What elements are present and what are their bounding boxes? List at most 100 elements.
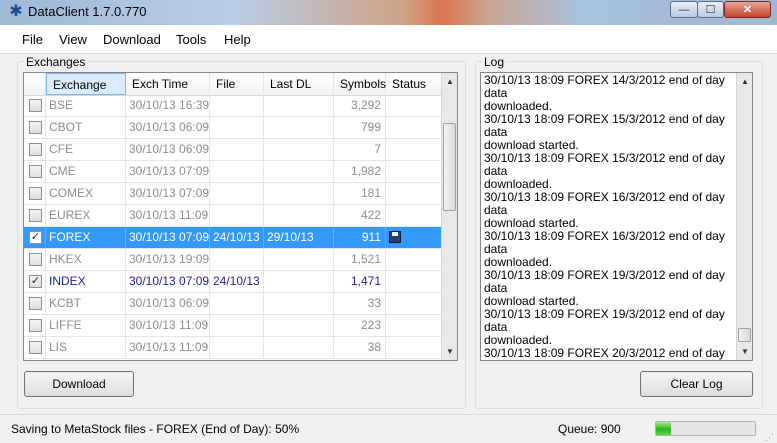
log-line: 30/10/13 18:09 FOREX 14/3/2012 end of da… — [484, 73, 725, 100]
cell-file — [210, 161, 264, 182]
scroll-thumb[interactable] — [443, 123, 456, 211]
cell-symbols: 1,521 — [334, 249, 386, 270]
header-check[interactable] — [24, 73, 46, 95]
minimize-button[interactable]: — — [670, 1, 698, 18]
table-row[interactable]: ✓ FOREX 30/10/13 07:09 24/10/13 29/10/13 911 — [24, 227, 442, 249]
row-checkbox[interactable] — [29, 341, 42, 354]
menu-download[interactable]: Download — [103, 32, 161, 47]
log-scrollbar[interactable]: ▲ ▼ — [736, 73, 752, 360]
cell-file — [210, 139, 264, 160]
cell-file — [210, 293, 264, 314]
log-label: Log — [482, 55, 507, 69]
header-exch-time[interactable]: Exch Time — [126, 73, 210, 95]
cell-exchange: HKEX — [46, 249, 126, 270]
row-checkbox-cell — [24, 139, 46, 160]
cell-exch-time: 30/10/13 07:09 — [126, 227, 210, 248]
table-row[interactable]: KCBT 30/10/13 06:09 33 — [24, 293, 442, 315]
header-exchange[interactable]: Exchange — [46, 73, 126, 95]
resize-grip-icon[interactable]: ⋰ — [765, 432, 775, 442]
header-file[interactable]: File — [210, 73, 264, 95]
cell-last-dl — [264, 205, 334, 226]
exchanges-scrollbar[interactable]: ▲ ▼ — [441, 73, 457, 360]
menu-bar: File View Download Tools Help — [0, 25, 777, 54]
header-symbols[interactable]: Symbols — [334, 73, 386, 95]
table-row[interactable]: CBOT 30/10/13 06:09 799 — [24, 117, 442, 139]
cell-last-dl — [264, 139, 334, 160]
title-bar[interactable]: ✱ DataClient 1.7.0.770 — ☐ ✕ — [0, 0, 777, 25]
row-checkbox[interactable] — [29, 143, 42, 156]
cell-symbols: 181 — [334, 183, 386, 204]
cell-file — [210, 249, 264, 270]
cell-symbols: 38 — [334, 337, 386, 358]
menu-view[interactable]: View — [59, 32, 87, 47]
table-row[interactable]: EUREX 30/10/13 11:09 422 — [24, 205, 442, 227]
row-checkbox-cell — [24, 249, 46, 270]
scroll-down-arrow-icon[interactable]: ▼ — [442, 343, 457, 360]
log-line: 30/10/13 18:09 FOREX 20/3/2012 end of da… — [484, 346, 725, 361]
menu-tools[interactable]: Tools — [176, 32, 206, 47]
row-checkbox[interactable] — [29, 253, 42, 266]
menu-help[interactable]: Help — [224, 32, 251, 47]
cell-symbols: 223 — [334, 315, 386, 336]
download-button[interactable]: Download — [24, 371, 134, 397]
table-row[interactable]: BSE 30/10/13 16:39 3,292 — [24, 95, 442, 117]
cell-file — [210, 117, 264, 138]
row-checkbox[interactable] — [29, 121, 42, 134]
row-checkbox[interactable] — [29, 209, 42, 222]
cell-last-dl — [264, 95, 334, 116]
table-row[interactable]: ✓ INDEX 30/10/13 07:09 24/10/13 1,471 — [24, 271, 442, 293]
cell-exch-time: 30/10/13 11:09 — [126, 205, 210, 226]
log-scroll-down-arrow-icon[interactable]: ▼ — [737, 343, 752, 360]
cell-symbols: 1,982 — [334, 161, 386, 182]
cell-status — [386, 315, 442, 336]
row-checkbox[interactable] — [29, 165, 42, 178]
row-checkbox[interactable] — [29, 99, 42, 112]
cell-status — [386, 293, 442, 314]
row-checkbox[interactable]: ✓ — [29, 231, 42, 244]
table-row[interactable]: HKEX 30/10/13 19:09 1,521 — [24, 249, 442, 271]
cell-exchange: BSE — [46, 95, 126, 116]
app-star-icon[interactable]: ✱ — [7, 3, 25, 21]
cell-symbols: 3,292 — [334, 95, 386, 116]
row-checkbox-cell: ✓ — [24, 227, 46, 248]
row-checkbox[interactable] — [29, 297, 42, 310]
menu-file[interactable]: File — [22, 32, 43, 47]
cell-exchange: LIS — [46, 337, 126, 358]
cell-status — [386, 227, 442, 248]
cell-exch-time: 30/10/13 11:09 — [126, 337, 210, 358]
row-checkbox-cell — [24, 161, 46, 182]
cell-file — [210, 315, 264, 336]
close-button[interactable]: ✕ — [724, 1, 771, 18]
log-scroll-thumb[interactable] — [738, 328, 751, 342]
scroll-up-arrow-icon[interactable]: ▲ — [442, 73, 457, 90]
row-checkbox-cell — [24, 183, 46, 204]
table-row[interactable]: CFE 30/10/13 06:09 7 — [24, 139, 442, 161]
log-textbox[interactable]: 30/10/13 18:09 FOREX 14/3/2012 end of da… — [480, 72, 753, 361]
log-line: 30/10/13 18:09 FOREX 16/3/2012 end of da… — [484, 190, 725, 217]
header-last-dl[interactable]: Last DL — [264, 73, 334, 95]
row-checkbox[interactable]: ✓ — [29, 275, 42, 288]
cell-exchange: CBOT — [46, 117, 126, 138]
status-text: Saving to MetaStock files - FOREX (End o… — [11, 422, 300, 436]
header-status[interactable]: Status — [386, 73, 442, 95]
cell-status — [386, 139, 442, 160]
cell-symbols: 33 — [334, 293, 386, 314]
log-line: 30/10/13 18:09 FOREX 16/3/2012 end of da… — [484, 229, 725, 256]
cell-status — [386, 205, 442, 226]
maximize-button[interactable]: ☐ — [697, 1, 724, 18]
row-checkbox[interactable] — [29, 319, 42, 332]
cell-last-dl — [264, 161, 334, 182]
exchanges-table: Exchange Exch Time File Last DL Symbols … — [23, 72, 458, 361]
cell-status — [386, 183, 442, 204]
table-row[interactable]: LIS 30/10/13 11:09 38 — [24, 337, 442, 359]
clear-log-button[interactable]: Clear Log — [640, 371, 753, 397]
table-row[interactable]: COMEX 30/10/13 07:09 181 — [24, 183, 442, 205]
table-row[interactable]: LIFFE 30/10/13 11:09 223 — [24, 315, 442, 337]
row-checkbox[interactable] — [29, 187, 42, 200]
table-row[interactable]: CME 30/10/13 07:09 1,982 — [24, 161, 442, 183]
cell-status — [386, 271, 442, 292]
log-scroll-up-arrow-icon[interactable]: ▲ — [737, 73, 752, 90]
cell-exchange: CME — [46, 161, 126, 182]
cell-last-dl — [264, 315, 334, 336]
cell-last-dl: 29/10/13 — [264, 227, 334, 248]
